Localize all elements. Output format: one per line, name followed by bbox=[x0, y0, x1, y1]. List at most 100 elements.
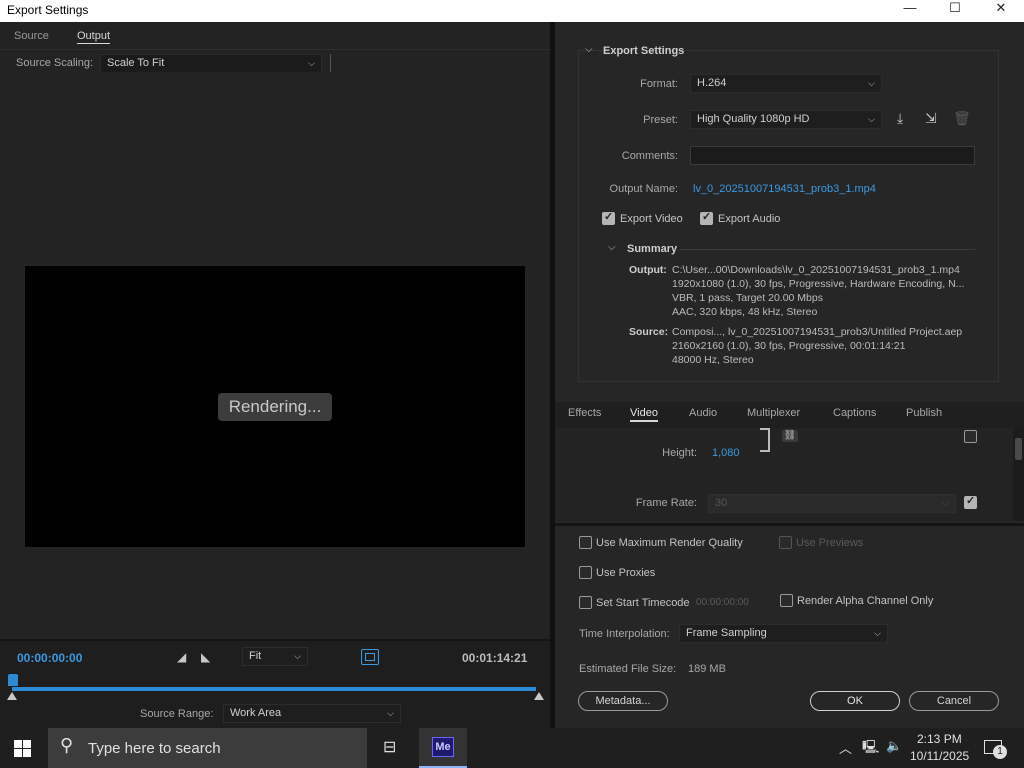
chevron-down-icon[interactable]: ⌵ bbox=[585, 44, 593, 55]
zoom-dropdown[interactable]: Fit ⌵ bbox=[242, 647, 308, 666]
start-timecode-value[interactable]: 00:00:00:00 bbox=[696, 597, 749, 608]
in-point-marker[interactable] bbox=[7, 692, 17, 700]
max-render-quality-checkbox[interactable] bbox=[579, 536, 592, 549]
use-previews-label: Use Previews bbox=[796, 537, 864, 549]
search-icon: ⚲ bbox=[60, 735, 74, 755]
use-proxies-checkbox[interactable] bbox=[579, 566, 592, 579]
output-name-link[interactable]: lv_0_20251007194531_prob3_1.mp4 bbox=[693, 183, 876, 195]
clock-time[interactable]: 2:13 PM bbox=[917, 732, 962, 746]
maximize-button[interactable]: ☐ bbox=[932, 0, 978, 22]
close-icon: ✕ bbox=[995, 0, 1007, 15]
crop-output-icon[interactable] bbox=[361, 649, 379, 665]
format-label: Format: bbox=[640, 78, 678, 90]
preset-dropdown[interactable]: High Quality 1080p HD ⌵ bbox=[690, 110, 882, 129]
taskbar-search[interactable]: ⚲ Type here to search bbox=[48, 728, 367, 768]
output-name-label: Output Name: bbox=[609, 183, 678, 195]
clock-date[interactable]: 10/11/2025 bbox=[910, 749, 969, 763]
chevron-down-icon[interactable]: ⌵ bbox=[608, 242, 616, 253]
render-alpha-label: Render Alpha Channel Only bbox=[797, 595, 934, 607]
zoom-value: Fit bbox=[249, 650, 262, 662]
frame-rate-match-checkbox[interactable] bbox=[964, 494, 977, 509]
tab-multiplexer[interactable]: Multiplexer bbox=[747, 407, 800, 419]
minimize-icon: — bbox=[903, 0, 917, 15]
tab-effects[interactable]: Effects bbox=[568, 407, 601, 419]
network-icon[interactable]: 🖳 bbox=[862, 738, 879, 760]
timeline-controls: 00:00:00:00 ◢ ◣ Fit ⌵ 00:01:14:21 Source… bbox=[0, 639, 550, 728]
ok-button[interactable]: OK bbox=[810, 691, 900, 711]
export-settings-title: Export Settings bbox=[603, 45, 685, 57]
current-timecode[interactable]: 00:00:00:00 bbox=[17, 651, 82, 665]
chevron-down-icon: ⌵ bbox=[387, 708, 394, 718]
summary-output-line: C:\User...00\Downloads\lv_0_202510071945… bbox=[672, 264, 960, 276]
title-bar: Export Settings — ☐ ✕ bbox=[0, 0, 1024, 22]
render-options: Use Maximum Render Quality Use Previews … bbox=[555, 523, 1024, 728]
maximize-icon: ☐ bbox=[949, 0, 961, 15]
metadata-button[interactable]: Metadata... bbox=[578, 691, 668, 711]
height-value[interactable]: 1,080 bbox=[712, 447, 740, 459]
chevron-up-icon[interactable]: ︿ bbox=[839, 738, 852, 757]
timeline-bar[interactable] bbox=[12, 687, 536, 691]
import-preset-icon[interactable]: ⇲ bbox=[925, 110, 937, 127]
tab-output[interactable]: Output bbox=[77, 30, 111, 44]
media-encoder-taskbar-button[interactable]: Me bbox=[419, 728, 467, 768]
match-source-checkbox[interactable] bbox=[964, 430, 977, 443]
scrollbar-thumb[interactable] bbox=[1015, 438, 1022, 460]
cancel-button[interactable]: Cancel bbox=[909, 691, 999, 711]
search-placeholder: Type here to search bbox=[88, 740, 221, 757]
tab-video[interactable]: Video bbox=[630, 407, 658, 422]
render-alpha-checkbox[interactable] bbox=[780, 594, 793, 607]
notification-count-badge: 1 bbox=[993, 745, 1007, 759]
preview-panel: Source Output Source Scaling: Scale To F… bbox=[0, 22, 550, 728]
set-out-point-icon[interactable]: ◣ bbox=[201, 650, 210, 664]
chain-link-icon[interactable]: ⛓ bbox=[782, 430, 798, 442]
volume-muted-icon[interactable]: 🔈 bbox=[886, 738, 902, 754]
tab-publish[interactable]: Publish bbox=[906, 407, 942, 419]
source-scaling-dropdown[interactable]: Scale To Fit ⌵ bbox=[100, 54, 322, 73]
video-settings-pane: Height: 1,080 ⛓ Frame Rate: 30 ⌵ bbox=[555, 428, 1024, 521]
use-proxies-label: Use Proxies bbox=[596, 567, 656, 579]
time-interpolation-label: Time Interpolation: bbox=[579, 628, 670, 640]
file-size-label: Estimated File Size: bbox=[579, 663, 677, 675]
source-range-dropdown[interactable]: Work Area ⌵ bbox=[223, 704, 401, 723]
format-dropdown[interactable]: H.264 ⌵ bbox=[690, 74, 882, 93]
source-range-label: Source Range: bbox=[140, 708, 214, 720]
tab-divider bbox=[0, 49, 550, 50]
summary-output-line: 1920x1080 (1.0), 30 fps, Progressive, Ha… bbox=[672, 278, 965, 290]
use-previews-checkbox[interactable] bbox=[779, 536, 792, 549]
comments-input[interactable] bbox=[690, 146, 975, 165]
task-view-icon[interactable]: ⊟ bbox=[383, 737, 396, 757]
preview-area: Rendering... bbox=[0, 72, 550, 635]
export-video-checkbox[interactable] bbox=[602, 210, 615, 225]
chevron-down-icon: ⌵ bbox=[868, 114, 875, 124]
tab-source[interactable]: Source bbox=[14, 30, 49, 42]
save-preset-icon[interactable]: ⤓ bbox=[897, 110, 903, 127]
summary-source-line: 48000 Hz, Stereo bbox=[672, 354, 754, 366]
windows-start-icon[interactable] bbox=[14, 740, 32, 758]
chevron-down-icon: ⌵ bbox=[308, 58, 315, 68]
file-size-value: 189 MB bbox=[688, 663, 726, 675]
export-settings-section: ⌵ Export Settings Format: H.264 ⌵ Preset… bbox=[578, 44, 999, 382]
time-interpolation-dropdown[interactable]: Frame Sampling ⌵ bbox=[679, 624, 888, 643]
export-audio-checkbox[interactable] bbox=[700, 210, 713, 225]
max-render-quality-label: Use Maximum Render Quality bbox=[596, 537, 743, 549]
source-range-value: Work Area bbox=[230, 707, 282, 719]
link-bracket bbox=[760, 428, 770, 452]
comments-label: Comments: bbox=[621, 150, 678, 162]
set-start-timecode-checkbox[interactable] bbox=[579, 596, 592, 609]
summary-divider bbox=[679, 249, 975, 250]
tab-captions[interactable]: Captions bbox=[833, 407, 876, 419]
delete-preset-icon[interactable]: 🗑 bbox=[953, 110, 971, 127]
summary-output-line: AAC, 320 kbps, 48 kHz, Stereo bbox=[672, 306, 818, 318]
playhead[interactable] bbox=[8, 674, 18, 686]
rendering-indicator: Rendering... bbox=[218, 393, 332, 421]
scrollbar[interactable] bbox=[1013, 428, 1024, 521]
height-label: Height: bbox=[662, 447, 697, 459]
set-in-point-icon[interactable]: ◢ bbox=[177, 650, 186, 664]
minimize-button[interactable]: — bbox=[887, 0, 933, 22]
chevron-down-icon: ⌵ bbox=[942, 498, 949, 508]
preset-value: High Quality 1080p HD bbox=[697, 113, 810, 125]
close-button[interactable]: ✕ bbox=[978, 0, 1024, 22]
out-point-marker[interactable] bbox=[534, 692, 544, 700]
frame-rate-dropdown[interactable]: 30 ⌵ bbox=[708, 494, 956, 513]
tab-audio[interactable]: Audio bbox=[689, 407, 717, 419]
